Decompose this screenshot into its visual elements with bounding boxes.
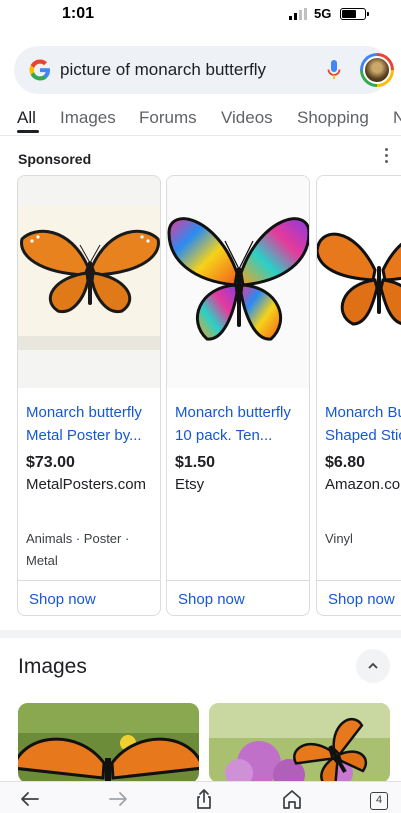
mic-icon[interactable] <box>326 59 342 81</box>
tab-forums[interactable]: Forums <box>139 108 197 128</box>
image-result[interactable] <box>209 703 390 783</box>
product-card[interactable]: Monarch butterfly 10 pack. Ten... $1.50 … <box>166 175 310 616</box>
home-icon[interactable] <box>280 788 304 810</box>
product-title[interactable]: Monarch butterfly 10 pack. Ten... <box>175 401 309 447</box>
tab-videos[interactable]: Videos <box>221 108 273 128</box>
search-input[interactable]: picture of monarch butterfly <box>60 60 266 80</box>
product-image <box>167 176 309 388</box>
shop-now-link[interactable]: Shop now <box>328 591 395 608</box>
back-arrow-icon[interactable] <box>18 788 42 810</box>
collapse-button[interactable] <box>356 649 390 683</box>
browser-toolbar: 4 <box>0 781 401 813</box>
signal-icon <box>289 8 309 20</box>
chevron-up-icon <box>368 662 378 669</box>
share-icon[interactable] <box>192 788 216 810</box>
tab-images[interactable]: Images <box>60 108 116 128</box>
tab-all[interactable]: All <box>17 108 36 128</box>
product-price: $73.00 <box>26 454 75 471</box>
card-divider <box>18 580 160 581</box>
forward-arrow-icon[interactable] <box>106 788 130 810</box>
google-logo-icon <box>28 57 52 83</box>
product-image <box>18 176 160 388</box>
product-title[interactable]: Monarch Bu Shaped Stic <box>325 401 401 447</box>
card-divider <box>167 580 309 581</box>
product-tags: Vinyl <box>325 531 353 546</box>
product-seller: Amazon.co <box>325 476 401 493</box>
shop-now-link[interactable]: Shop now <box>178 591 245 608</box>
product-seller: Etsy <box>175 476 205 493</box>
product-image <box>317 176 401 388</box>
product-tags: Animals · Poster · Metal <box>26 531 130 568</box>
card-divider <box>317 580 401 581</box>
tabs-count-button[interactable]: 4 <box>370 792 388 810</box>
product-card[interactable]: Monarch butterfly Metal Poster by... $73… <box>17 175 161 616</box>
tab-news[interactable]: N <box>393 108 401 128</box>
sponsored-label: Sponsored <box>18 151 92 167</box>
product-seller: MetalPosters.com <box>26 476 147 493</box>
network-label: 5G <box>314 6 332 21</box>
images-section-heading: Images <box>18 655 87 678</box>
shop-now-link[interactable]: Shop now <box>29 591 96 608</box>
more-options-icon[interactable] <box>381 147 391 165</box>
account-avatar[interactable] <box>360 53 394 87</box>
search-tabs: All Images Forums Videos Shopping N <box>0 106 401 136</box>
product-card[interactable]: Monarch Bu Shaped Stic $6.80 Amazon.co V… <box>316 175 401 616</box>
product-price: $1.50 <box>175 454 216 471</box>
status-bar: 1:01 5G <box>0 0 401 30</box>
section-separator <box>0 630 401 638</box>
product-price: $6.80 <box>325 454 366 471</box>
tab-shopping[interactable]: Shopping <box>297 108 369 128</box>
tab-active-indicator <box>17 130 39 133</box>
battery-icon <box>340 8 369 20</box>
product-title[interactable]: Monarch butterfly Metal Poster by... <box>26 401 160 447</box>
image-result[interactable] <box>18 703 199 783</box>
search-bar[interactable]: picture of monarch butterfly <box>14 46 394 94</box>
status-time: 1:01 <box>62 5 95 22</box>
